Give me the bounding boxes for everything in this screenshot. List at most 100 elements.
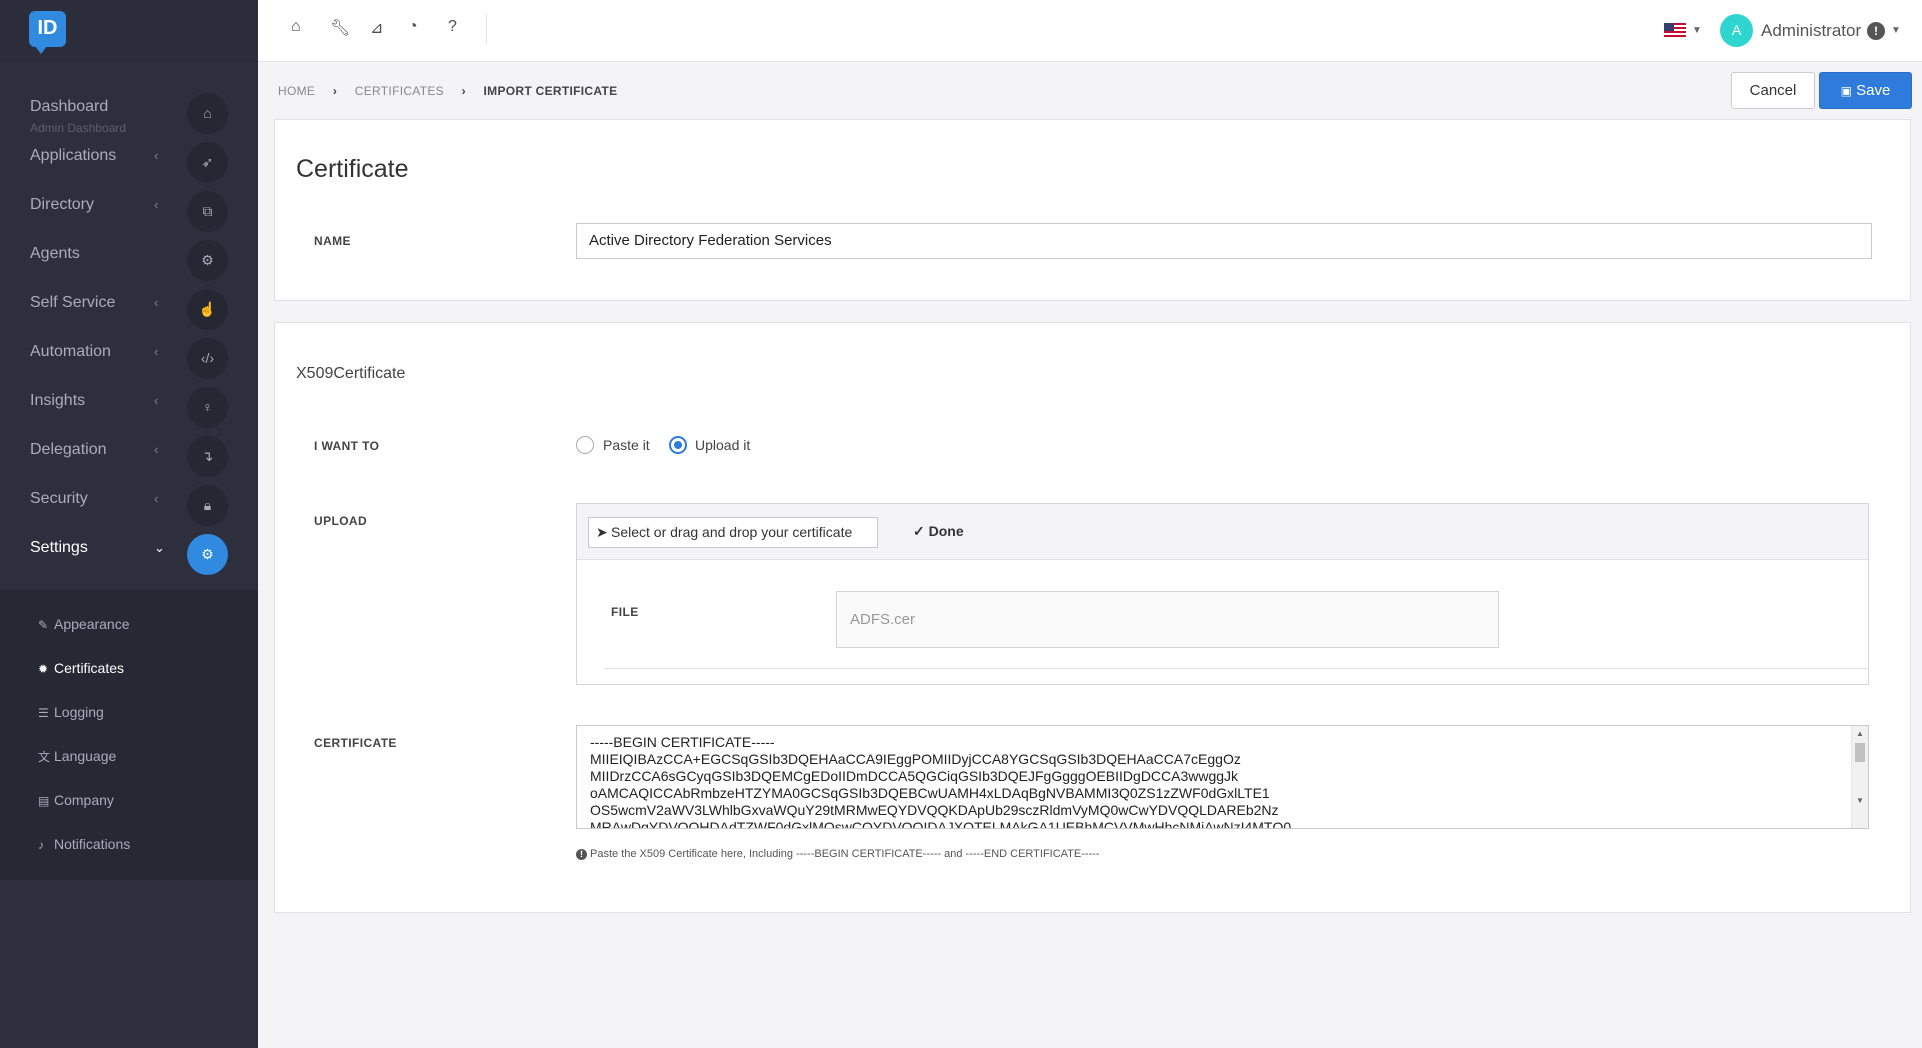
sidebar-item-security[interactable]: Security ‹ 🔒︎ xyxy=(0,480,258,529)
section-title: X509Certificate xyxy=(296,365,406,382)
select-certificate-label: Select or drag and drop your certificate xyxy=(611,524,853,540)
certificate-line: MRAwDgYDVQQHDAdTZWF0dGxlMQswCQYDVQQIDAJX… xyxy=(590,819,1292,829)
file-name-field: ADFS.cer xyxy=(836,591,1499,648)
done-label: Done xyxy=(928,523,964,539)
upload-label: UPLOAD xyxy=(314,514,368,528)
check-icon: ✓ xyxy=(913,523,925,539)
building-icon: ▤ xyxy=(38,794,50,808)
arrow-down-icon: ↴ xyxy=(187,436,228,477)
sidebar-item-applications[interactable]: Applications ‹ ➶ xyxy=(0,137,258,186)
code-icon: ‹/› xyxy=(187,338,228,379)
scrollbar-thumb[interactable] xyxy=(1855,743,1865,762)
upload-panel-header: ➤ Select or drag and drop your certifica… xyxy=(577,504,1868,560)
sidebar-item-label: Security xyxy=(30,490,88,507)
info-icon: ! xyxy=(576,849,587,860)
save-button[interactable]: ▣ Save xyxy=(1819,72,1912,109)
subnav-item-company[interactable]: ▤ Company xyxy=(38,792,114,808)
subnav-item-label: Company xyxy=(54,792,114,808)
paste-it-label[interactable]: Paste it xyxy=(603,437,650,453)
chevron-right-icon: › xyxy=(332,84,338,98)
subnav-item-label: Appearance xyxy=(54,616,130,632)
subnav-item-appearance[interactable]: ✎ Appearance xyxy=(38,616,130,632)
sitemap-icon: ⧉ xyxy=(187,191,228,232)
floppy-disk-icon: ▣ xyxy=(1840,84,1852,98)
file-label: FILE xyxy=(611,605,639,619)
sidebar: ID Dashboard Admin Dashboard ⌂ Applicati… xyxy=(0,0,258,1048)
sidebar-item-delegation[interactable]: Delegation ‹ ↴ xyxy=(0,431,258,480)
breadcrumb-certificates[interactable]: CERTIFICATES xyxy=(355,84,444,98)
sidebar-nav: Dashboard Admin Dashboard ⌂ Applications… xyxy=(0,88,258,578)
help-icon[interactable]: ? xyxy=(448,18,457,36)
sidebar-item-sublabel: Admin Dashboard xyxy=(30,121,127,135)
subnav-item-notifications[interactable]: ♪ Notifications xyxy=(38,836,130,852)
sidebar-item-agents[interactable]: Agents ⚙ xyxy=(0,235,258,284)
cursor-icon: ➤ xyxy=(596,524,608,540)
upload-panel: ➤ Select or drag and drop your certifica… xyxy=(576,503,1869,685)
app-logo[interactable]: ID xyxy=(29,11,66,54)
breadcrumb: HOME › CERTIFICATES › IMPORT CERTIFICATE xyxy=(278,84,631,98)
card-title: Certificate xyxy=(296,155,409,183)
sidebar-item-label: Insights xyxy=(30,392,86,409)
certificate-line: MIIDrzCCA6sGCyqGSIb3DQEMCgEDoIIDmDCCA5QG… xyxy=(590,768,1239,784)
toolbar-divider xyxy=(486,14,487,44)
bell-icon: ♪ xyxy=(38,838,44,852)
caret-down-icon[interactable]: ▼ xyxy=(1891,25,1901,36)
cancel-button[interactable]: Cancel xyxy=(1731,72,1815,109)
upload-it-label[interactable]: Upload it xyxy=(695,437,750,453)
nodes-icon[interactable]: ⊿ xyxy=(370,18,383,38)
upload-it-radio[interactable] xyxy=(669,436,687,454)
sidebar-item-self-service[interactable]: Self Service ‹ ☝ xyxy=(0,284,258,333)
subnav-item-label: Certificates xyxy=(54,660,125,676)
certificate-hint: ! Paste the X509 Certificate here, Includ… xyxy=(576,848,1100,860)
pie-chart-icon[interactable]: ◔ xyxy=(408,18,418,36)
wrench-icon[interactable]: 🔧︎ xyxy=(330,18,350,38)
chevron-left-icon: ‹ xyxy=(154,197,159,212)
subnav-item-label: Notifications xyxy=(54,836,131,852)
sidebar-item-automation[interactable]: Automation ‹ ‹/› xyxy=(0,333,258,382)
name-input[interactable]: Active Directory Federation Services xyxy=(576,223,1872,259)
sidebar-item-label: Applications xyxy=(30,147,117,164)
chevron-left-icon: ‹ xyxy=(154,442,159,457)
caret-down-icon[interactable]: ▼ xyxy=(1692,25,1702,36)
chevron-left-icon: ‹ xyxy=(154,393,159,408)
sidebar-item-label: Delegation xyxy=(30,441,107,458)
chevron-left-icon: ‹ xyxy=(154,295,159,310)
sidebar-item-directory[interactable]: Directory ‹ ⧉ xyxy=(0,186,258,235)
certificate-icon: ✹ xyxy=(38,662,49,676)
select-certificate-button[interactable]: ➤ Select or drag and drop your certifica… xyxy=(588,517,878,548)
sidebar-item-settings[interactable]: Settings ⌄ ⚙ xyxy=(0,529,258,578)
user-name[interactable]: Administrator xyxy=(1761,21,1861,41)
certificate-label: CERTIFICATE xyxy=(314,736,397,750)
home-icon[interactable]: ⌂ xyxy=(291,18,301,36)
subnav-item-certificates[interactable]: ✹ Certificates xyxy=(38,660,124,676)
certificate-card: Certificate NAME Active Directory Federa… xyxy=(274,119,1911,301)
database-icon: ☰ xyxy=(38,706,49,720)
certificate-line: -----BEGIN CERTIFICATE----- xyxy=(590,734,775,750)
language-icon: 文 xyxy=(38,750,51,764)
subnav-item-language[interactable]: 文 Language xyxy=(38,748,116,765)
paste-it-radio[interactable] xyxy=(576,436,594,454)
certificate-line: OS5wcmV2aWV3LWhlbGxvaWQuY29tMRMwEQYDVQQK… xyxy=(590,802,1279,818)
scroll-down-icon[interactable]: ▼ xyxy=(1856,796,1864,805)
breadcrumb-current: IMPORT CERTIFICATE xyxy=(483,84,618,98)
divider xyxy=(604,668,1868,669)
brush-icon: ✎ xyxy=(38,618,49,632)
certificate-textarea[interactable]: -----BEGIN CERTIFICATE----- MIIEIQIBAzCC… xyxy=(576,725,1869,829)
avatar[interactable]: A xyxy=(1720,14,1753,47)
logo-area: ID xyxy=(0,0,258,62)
sidebar-item-dashboard[interactable]: Dashboard Admin Dashboard ⌂ xyxy=(0,88,258,137)
certificate-line: oAMCAQICCAbRmbzeHTZYMA0GCSqGSIb3DQEBCwUA… xyxy=(590,785,1270,801)
breadcrumb-home[interactable]: HOME xyxy=(278,84,315,98)
chevron-right-icon: › xyxy=(461,84,466,98)
textarea-scrollbar[interactable]: ▲ ▼ xyxy=(1851,726,1868,828)
certificate-line: MIIEIQIBAzCCA+EGCSqGSIb3DQEHAaCCA9IEggPO… xyxy=(590,751,1241,767)
us-flag-icon[interactable] xyxy=(1664,23,1686,38)
hint-text: Paste the X509 Certificate here, Includi… xyxy=(590,848,1100,860)
agents-icon: ⚙ xyxy=(187,240,228,281)
home-icon: ⌂ xyxy=(187,93,228,134)
chevron-left-icon: ‹ xyxy=(154,344,159,359)
scroll-up-icon[interactable]: ▲ xyxy=(1856,729,1864,738)
alert-icon[interactable]: ! xyxy=(1867,22,1885,40)
subnav-item-logging[interactable]: ☰ Logging xyxy=(38,704,104,720)
sidebar-item-insights[interactable]: Insights ‹ ♀ xyxy=(0,382,258,431)
